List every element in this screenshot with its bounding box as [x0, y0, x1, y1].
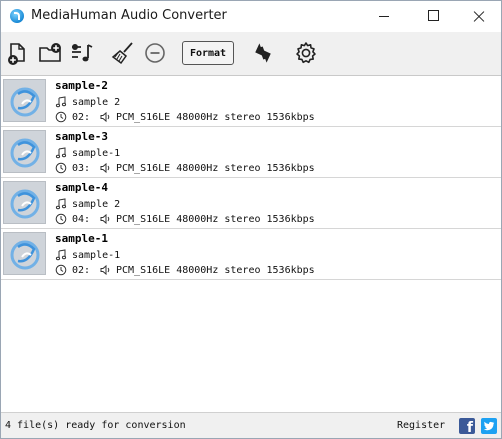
file-row[interactable]: sample-3 sample-1 03: PCM_S16LE 48000Hz ste… — [1, 127, 501, 178]
clock-icon — [55, 162, 67, 174]
add-file-button[interactable] — [5, 39, 31, 67]
file-row[interactable]: sample-1 sample-1 02: PCM_S16LE 48000Hz ste… — [1, 229, 501, 280]
convert-icon — [251, 41, 275, 65]
speaker-icon — [99, 162, 111, 174]
file-title: sample-4 — [55, 181, 108, 194]
file-list[interactable]: sample-2 sample 2 02: PCM_S16LE 48000Hz ste… — [1, 76, 501, 411]
title-bar[interactable]: MediaHuman Audio Converter — [1, 1, 501, 32]
artist-line: sample 2 — [55, 197, 120, 211]
maximize-button[interactable] — [409, 1, 455, 32]
album-art-thumbnail — [3, 79, 46, 122]
duration: 03: — [72, 162, 91, 174]
add-folder-button[interactable] — [37, 39, 63, 67]
info-line: 02: PCM_S16LE 48000Hz stereo 1536kbps — [55, 263, 315, 277]
minimize-button[interactable] — [361, 1, 407, 32]
broom-icon — [111, 41, 135, 65]
close-button[interactable] — [455, 1, 501, 32]
audio-details: PCM_S16LE 48000Hz stereo 1536kbps — [116, 213, 315, 225]
speaker-icon — [99, 213, 111, 225]
status-text: 4 file(s) ready for conversion — [5, 420, 186, 431]
music-note-icon — [55, 147, 67, 159]
info-line: 02: PCM_S16LE 48000Hz stereo 1536kbps — [55, 110, 315, 124]
add-itunes-playlist-icon — [70, 41, 94, 65]
music-note-icon — [55, 96, 67, 108]
artist-line: sample-1 — [55, 248, 120, 262]
minus-circle-icon — [143, 41, 167, 65]
audio-details: PCM_S16LE 48000Hz stereo 1536kbps — [116, 111, 315, 123]
audio-details: PCM_S16LE 48000Hz stereo 1536kbps — [116, 264, 315, 276]
remove-item-button[interactable] — [142, 39, 168, 67]
duration: 04: — [72, 213, 91, 225]
gear-icon — [294, 41, 318, 65]
artist-line: sample 2 — [55, 95, 120, 109]
window-title: MediaHuman Audio Converter — [31, 8, 227, 23]
music-note-icon — [55, 249, 67, 261]
clock-icon — [55, 111, 67, 123]
album-art-thumbnail — [3, 130, 46, 173]
duration: 02: — [72, 264, 91, 276]
status-bar: 4 file(s) ready for conversion Register … — [1, 412, 501, 438]
register-link[interactable]: Register — [397, 420, 445, 431]
audio-details: PCM_S16LE 48000Hz stereo 1536kbps — [116, 162, 315, 174]
artist-name: sample-1 — [72, 249, 121, 261]
info-line: 03: PCM_S16LE 48000Hz stereo 1536kbps — [55, 161, 315, 175]
artist-name: sample-1 — [72, 147, 121, 159]
app-window: MediaHuman Audio Converter Format sample… — [0, 0, 502, 439]
file-title: sample-3 — [55, 130, 108, 143]
add-file-icon — [6, 41, 30, 65]
clock-icon — [55, 264, 67, 276]
file-title: sample-2 — [55, 79, 108, 92]
facebook-letter: f — [466, 420, 473, 436]
album-art-thumbnail — [3, 232, 46, 275]
music-note-icon — [55, 198, 67, 210]
settings-button[interactable] — [292, 39, 320, 67]
add-folder-icon — [38, 41, 62, 65]
artist-name: sample 2 — [72, 96, 121, 108]
duration: 02: — [72, 111, 91, 123]
toolbar: Format — [1, 32, 501, 76]
clock-icon — [55, 213, 67, 225]
add-itunes-playlist-button[interactable] — [69, 39, 95, 67]
convert-button[interactable] — [249, 39, 277, 67]
twitter-icon[interactable] — [481, 418, 497, 434]
speaker-icon — [99, 264, 111, 276]
album-art-thumbnail — [3, 181, 46, 224]
format-button[interactable]: Format — [182, 41, 234, 65]
file-row[interactable]: sample-4 sample 2 04: PCM_S16LE 48000Hz ste… — [1, 178, 501, 229]
file-row[interactable]: sample-2 sample 2 02: PCM_S16LE 48000Hz ste… — [1, 76, 501, 127]
clear-list-button[interactable] — [110, 39, 136, 67]
artist-name: sample 2 — [72, 198, 121, 210]
speaker-icon — [99, 111, 111, 123]
facebook-icon[interactable]: f — [459, 418, 475, 436]
artist-line: sample-1 — [55, 146, 120, 160]
file-title: sample-1 — [55, 232, 108, 245]
app-logo-icon — [10, 9, 24, 23]
info-line: 04: PCM_S16LE 48000Hz stereo 1536kbps — [55, 212, 315, 226]
